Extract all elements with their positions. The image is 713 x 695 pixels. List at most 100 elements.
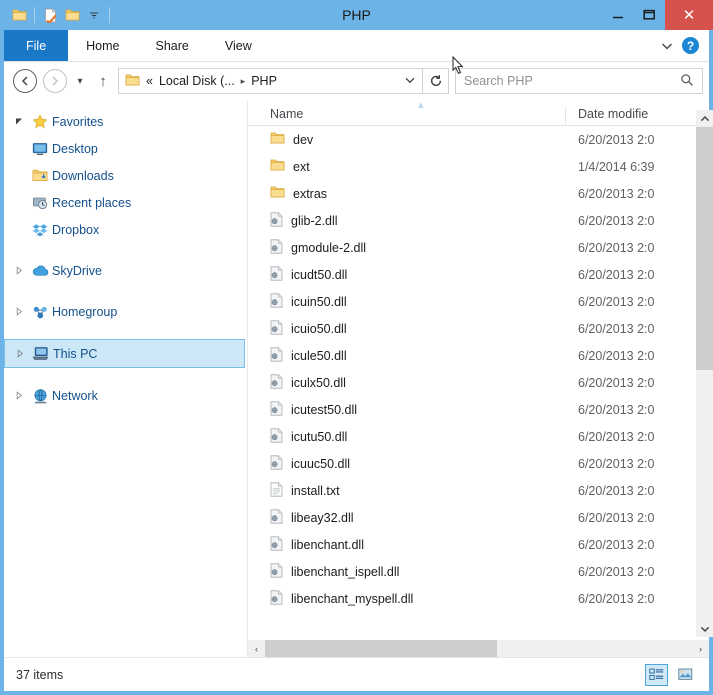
search-icon[interactable] [680,73,694,90]
tab-view[interactable]: View [207,30,270,61]
scroll-up-icon[interactable] [696,110,713,127]
file-name-cell[interactable]: icutu50.dll [248,427,566,446]
file-name-cell[interactable]: icutest50.dll [248,400,566,419]
breadcrumb-dropdown-icon[interactable] [404,74,416,89]
folder-icon[interactable] [8,4,30,26]
file-name-cell[interactable]: icule50.dll [248,346,566,365]
table-row[interactable]: icutest50.dll 6/20/2013 2:0 [248,396,709,423]
expander-closed-icon-2[interactable] [10,307,28,316]
table-row[interactable]: libenchant_ispell.dll 6/20/2013 2:0 [248,558,709,585]
scroll-left-icon[interactable]: ‹ [248,640,265,657]
sidebar-item-desktop[interactable]: Desktop [4,135,247,162]
expander-open-icon[interactable] [10,117,28,126]
table-row[interactable]: gmodule-2.dll 6/20/2013 2:0 [248,234,709,261]
file-name-cell[interactable]: ext [248,158,566,175]
tab-file[interactable]: File [4,30,69,61]
vertical-scroll-track[interactable] [696,127,713,620]
breadcrumb-separator[interactable]: ▸ [241,76,246,87]
scroll-right-icon[interactable]: › [692,640,709,657]
file-name-cell[interactable]: install.txt [248,481,566,500]
table-row[interactable]: icudt50.dll 6/20/2013 2:0 [248,261,709,288]
file-name-cell[interactable]: extras [248,185,566,202]
search-placeholder: Search PHP [464,74,533,88]
breadcrumb-overflow[interactable]: « [146,74,153,88]
table-row[interactable]: icutu50.dll 6/20/2013 2:0 [248,423,709,450]
table-row[interactable]: ext 1/4/2014 6:39 [248,153,709,180]
details-view-button[interactable] [645,663,668,686]
expander-closed-icon[interactable] [10,266,28,275]
table-row[interactable]: libeay32.dll 6/20/2013 2:0 [248,504,709,531]
file-name-cell[interactable]: libeay32.dll [248,508,566,527]
horizontal-scrollbar[interactable]: ‹ › [248,640,709,657]
file-name-cell[interactable]: iculx50.dll [248,373,566,392]
table-row[interactable]: icuio50.dll 6/20/2013 2:0 [248,315,709,342]
sidebar-item-recent-places[interactable]: Recent places [4,189,247,216]
maximize-button[interactable] [634,0,665,30]
file-name-cell[interactable]: libenchant_myspell.dll [248,589,566,608]
back-button[interactable] [10,66,40,96]
sidebar-item-this-pc[interactable]: This PC [4,339,245,368]
table-row[interactable]: dev 6/20/2013 2:0 [248,126,709,153]
table-row[interactable]: libenchant.dll 6/20/2013 2:0 [248,531,709,558]
table-row[interactable]: iculx50.dll 6/20/2013 2:0 [248,369,709,396]
minimize-button[interactable] [603,0,634,30]
properties-icon[interactable] [39,4,61,26]
file-name-cell[interactable]: gmodule-2.dll [248,238,566,257]
table-row[interactable]: icule50.dll 6/20/2013 2:0 [248,342,709,369]
sidebar-item-dropbox[interactable]: Dropbox [4,216,247,243]
table-row[interactable]: icuuc50.dll 6/20/2013 2:0 [248,450,709,477]
sidebar-item-homegroup[interactable]: Homegroup [4,298,247,325]
horizontal-scroll-thumb[interactable] [265,640,497,657]
tab-share[interactable]: Share [138,30,207,61]
column-header-name[interactable]: ▴ Name [248,99,566,125]
file-name-cell[interactable]: icuin50.dll [248,292,566,311]
recent-locations-button[interactable]: ▾ [70,66,90,96]
up-button[interactable]: ↑ [90,66,116,96]
file-name-cell[interactable]: icuuc50.dll [248,454,566,473]
scroll-down-icon[interactable] [696,620,713,637]
file-name-cell[interactable]: icuio50.dll [248,319,566,338]
sidebar-item-skydrive[interactable]: SkyDrive [4,257,247,284]
large-icons-view-button[interactable] [674,664,697,686]
chevron-down-icon[interactable] [660,39,674,53]
desktop-icon [28,141,52,157]
breadcrumb-segment-drive[interactable]: Local Disk (... [159,74,235,88]
file-name-label: ext [293,159,310,174]
file-name-cell[interactable]: icudt50.dll [248,265,566,284]
file-name-cell[interactable]: libenchant_ispell.dll [248,562,566,581]
vertical-scroll-thumb[interactable] [696,127,713,370]
file-name-cell[interactable]: dev [248,131,566,148]
sidebar-item-favorites[interactable]: Favorites [4,108,247,135]
sidebar-item-downloads[interactable]: Downloads [4,162,247,189]
vertical-scrollbar[interactable] [696,110,713,637]
refresh-button[interactable] [423,68,449,94]
expander-closed-icon-3[interactable] [11,349,29,358]
customize-dropdown-icon[interactable] [83,4,105,26]
horizontal-scroll-track[interactable] [265,640,692,657]
file-name-cell[interactable]: glib-2.dll [248,211,566,230]
forward-button[interactable] [40,66,70,96]
network-icon [28,388,52,404]
table-row[interactable]: glib-2.dll 6/20/2013 2:0 [248,207,709,234]
table-row[interactable]: install.txt 6/20/2013 2:0 [248,477,709,504]
view-buttons [645,663,697,686]
sidebar-label-dropbox: Dropbox [52,222,100,237]
tab-home[interactable]: Home [68,30,137,61]
sidebar-item-network[interactable]: Network [4,382,247,409]
breadcrumb-segment-php[interactable]: PHP [251,74,277,88]
file-date-cell: 6/20/2013 2:0 [578,267,655,282]
column-header-date-modified[interactable]: Date modifie [566,107,709,125]
file-date-cell: 6/20/2013 2:0 [578,537,655,552]
file-name-label: icuio50.dll [291,321,347,336]
breadcrumb[interactable]: « Local Disk (... ▸ PHP [118,68,423,94]
new-folder-icon[interactable] [61,4,83,26]
table-row[interactable]: extras 6/20/2013 2:0 [248,180,709,207]
help-icon[interactable]: ? [682,37,699,54]
search-input[interactable]: Search PHP [455,68,703,94]
expander-closed-icon-4[interactable] [10,391,28,400]
forward-arrow-icon [43,69,67,93]
close-button[interactable]: ✕ [665,0,713,30]
file-name-cell[interactable]: libenchant.dll [248,535,566,554]
table-row[interactable]: icuin50.dll 6/20/2013 2:0 [248,288,709,315]
table-row[interactable]: libenchant_myspell.dll 6/20/2013 2:0 [248,585,709,612]
